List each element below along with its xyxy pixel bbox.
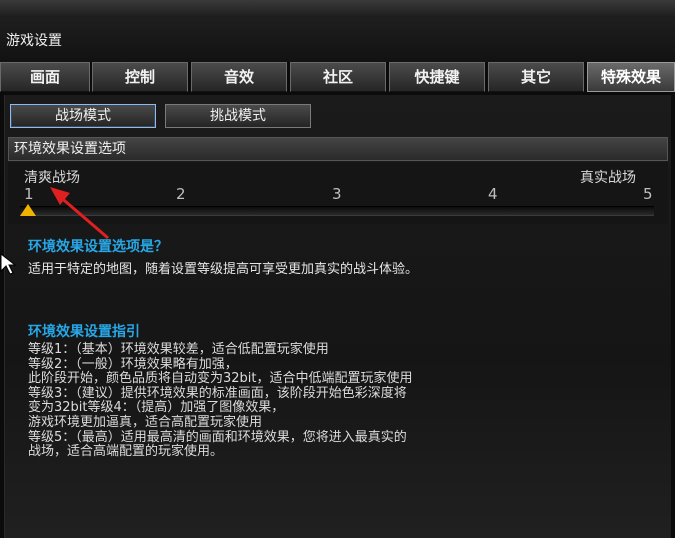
mouse-cursor-icon bbox=[0, 253, 17, 275]
annotation-arrow bbox=[50, 187, 109, 240]
